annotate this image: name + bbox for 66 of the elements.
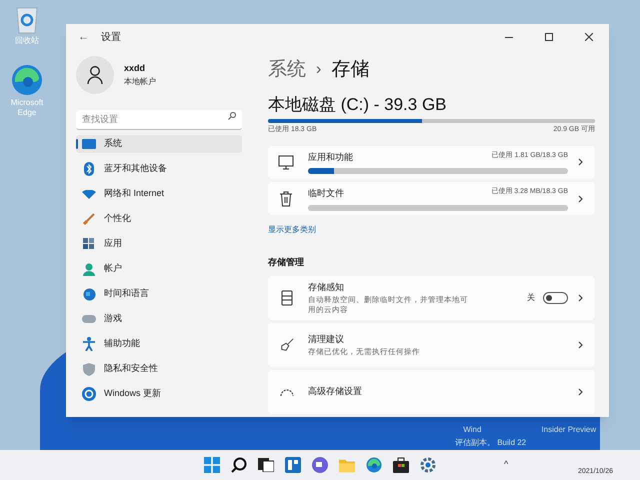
shield-icon <box>83 362 95 376</box>
toggle-state-label: 关 <box>527 292 535 304</box>
setting-title: 存储感知 <box>308 281 345 294</box>
sidebar-item[interactable]: 帐户 <box>76 260 242 278</box>
wifi-icon <box>82 190 96 198</box>
widgets-icon[interactable] <box>285 457 301 473</box>
sidebar-item[interactable]: 隐私和安全性 <box>76 360 242 378</box>
minimize-icon <box>505 36 513 38</box>
account-name: xxdd <box>124 62 146 76</box>
chevron-right-icon <box>578 194 583 203</box>
search-icon <box>228 112 236 120</box>
close-icon <box>585 33 593 41</box>
sidebar-item[interactable]: 游戏 <box>76 310 242 328</box>
chevron-right-icon <box>578 388 583 396</box>
section-heading: 存储管理 <box>268 256 305 270</box>
breadcrumb-separator: › <box>316 60 322 80</box>
category-label: 临时文件 <box>308 187 344 200</box>
chat-icon[interactable] <box>312 457 328 473</box>
account-type: 本地帐户 <box>124 76 156 88</box>
sidebar-item[interactable]: 辅助功能 <box>76 335 242 353</box>
store-bag-icon[interactable] <box>393 457 409 473</box>
monitor-icon <box>278 154 294 170</box>
chevron-right-icon <box>578 158 583 166</box>
category-label: 应用和功能 <box>308 150 353 164</box>
chevron-right-icon <box>578 294 583 302</box>
tray-arrow[interactable]: ^ <box>504 458 508 472</box>
show-more-link[interactable]: 显示更多类别 <box>268 224 316 236</box>
back-button[interactable]: ← <box>78 28 89 46</box>
selection-indicator <box>76 139 78 149</box>
avatar[interactable] <box>76 56 114 94</box>
desktop-text: Wind <box>463 424 482 436</box>
edge-icon[interactable] <box>11 64 43 96</box>
desktop-text: 评估副本。 Build 22 <box>455 437 526 449</box>
setting-title: 清理建议 <box>308 333 345 346</box>
broom-icon <box>280 336 294 353</box>
maximize-icon <box>545 33 553 41</box>
chevron-right-icon <box>578 340 583 349</box>
sidebar-item[interactable]: 蓝牙和其他设备 <box>76 160 242 178</box>
setting-title: 高级存储设置 <box>308 385 363 398</box>
sidebar-item[interactable]: 应用 <box>76 235 242 253</box>
person-icon <box>83 262 95 276</box>
apps-icon <box>83 238 95 250</box>
toggle-switch[interactable] <box>543 292 568 304</box>
search-icon[interactable] <box>231 457 247 473</box>
setting-card[interactable]: 高级存储设置 <box>268 370 595 414</box>
sidebar-item[interactable]: 系统 <box>76 135 242 153</box>
disk-title: 本地磁盘 (C:) - 39.3 GB <box>268 94 448 114</box>
search-field[interactable]: 查找设置 <box>76 110 242 130</box>
task-view-icon[interactable] <box>258 458 274 472</box>
brush-icon <box>83 213 95 225</box>
accessibility-icon <box>83 337 95 351</box>
sidebar-item[interactable]: Windows 更新 <box>76 385 242 403</box>
sidebar-item[interactable]: 时间和语言 <box>76 285 242 303</box>
window-title: 设置 <box>101 30 121 44</box>
person-icon <box>87 66 103 84</box>
desktop-text: Insider Preview <box>541 424 596 436</box>
sidebar-item[interactable]: 网络和 Internet <box>76 185 242 203</box>
bluetooth-icon <box>84 162 94 176</box>
page-title: 存储 <box>331 58 370 82</box>
trash-icon <box>279 190 293 207</box>
sidebar-item[interactable]: 个性化 <box>76 210 242 228</box>
monitor-icon <box>82 139 96 149</box>
drive-icon <box>281 290 293 306</box>
breadcrumb-parent[interactable]: 系统 <box>268 56 306 84</box>
update-icon <box>82 387 96 401</box>
start-icon[interactable] <box>204 456 220 474</box>
